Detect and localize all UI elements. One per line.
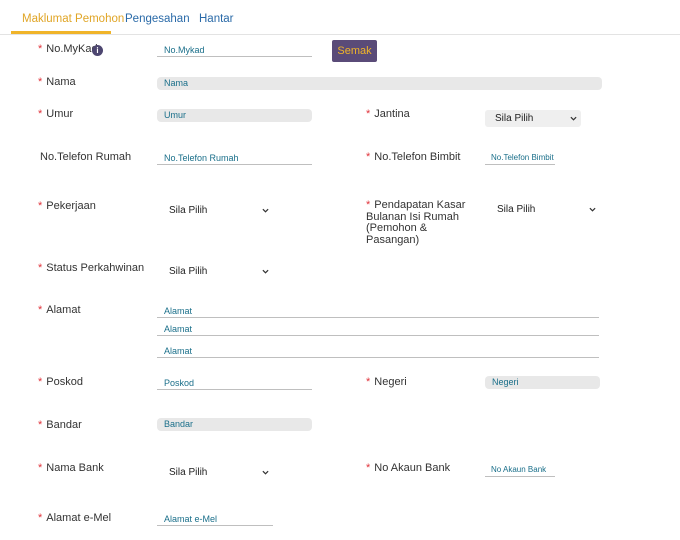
no-akaun-input[interactable]: No Akaun Bank	[485, 463, 555, 477]
no-akaun-label: * No Akaun Bank	[366, 462, 451, 474]
jantina-select[interactable]: Sila Pilih	[485, 110, 581, 127]
tab-bar: Maklumat Pemohon Pengesahan Hantar	[0, 0, 680, 35]
jantina-label: * Jantina	[366, 108, 410, 120]
negeri-input: Negeri	[485, 376, 600, 389]
nama-bank-select[interactable]: Sila Pilih	[157, 464, 273, 481]
pekerjaan-select[interactable]: Sila Pilih	[157, 202, 273, 219]
tel-bimbit-label: * No.Telefon Bimbit	[366, 151, 461, 163]
negeri-label: * Negeri	[366, 376, 407, 388]
bandar-label: * Bandar	[38, 419, 82, 431]
tel-bimbit-input[interactable]: No.Telefon Bimbit	[485, 151, 555, 165]
alamat-line2-input[interactable]: Alamat	[157, 322, 599, 336]
jantina-select-value: Sila Pilih	[495, 113, 534, 124]
chevron-down-icon	[570, 116, 577, 121]
tel-rumah-label: No.Telefon Rumah	[40, 151, 132, 163]
email-input[interactable]: Alamat e-Mel	[157, 512, 273, 526]
status-label: * Status Perkahwinan	[38, 262, 145, 274]
tab-maklumat-pemohon[interactable]: Maklumat Pemohon	[22, 13, 124, 25]
pekerjaan-label: * Pekerjaan	[38, 200, 96, 212]
chevron-down-icon	[262, 470, 269, 475]
chevron-down-icon	[262, 208, 269, 213]
alamat-line1-input[interactable]: Alamat	[157, 304, 599, 318]
email-label: * Alamat e-Mel	[38, 512, 112, 524]
mykad-label: * No.MyKad	[38, 43, 98, 55]
nama-input: Nama	[157, 77, 602, 90]
alamat-line3-input[interactable]: Alamat	[157, 344, 599, 358]
status-select-value: Sila Pilih	[169, 266, 208, 277]
semak-button[interactable]: Semak	[332, 40, 377, 62]
tel-rumah-input[interactable]: No.Telefon Rumah	[157, 151, 312, 165]
nama-bank-label: * Nama Bank	[38, 462, 104, 474]
chevron-down-icon	[589, 207, 596, 212]
poskod-label: * Poskod	[38, 376, 83, 388]
poskod-input[interactable]: Poskod	[157, 376, 312, 390]
alamat-label: * Alamat	[38, 304, 81, 316]
mykad-input[interactable]: No.Mykad	[157, 43, 312, 57]
pendapatan-label: * Pendapatan Kasar Bulanan Isi Rumah (Pem…	[366, 199, 466, 246]
bandar-input: Bandar	[157, 418, 312, 431]
pekerjaan-select-value: Sila Pilih	[169, 205, 208, 216]
info-icon[interactable]: i	[92, 45, 103, 56]
umur-input: Umur	[157, 109, 312, 122]
nama-label: * Nama	[38, 76, 76, 88]
umur-label: * Umur	[38, 108, 74, 120]
tab-pengesahan[interactable]: Pengesahan	[125, 13, 190, 25]
chevron-down-icon	[262, 269, 269, 274]
active-tab-indicator	[11, 31, 111, 34]
pendapatan-select-value: Sila Pilih	[497, 204, 536, 215]
pendapatan-select[interactable]: Sila Pilih	[485, 201, 600, 218]
tab-hantar[interactable]: Hantar	[199, 13, 234, 25]
status-select[interactable]: Sila Pilih	[157, 263, 273, 280]
nama-bank-select-value: Sila Pilih	[169, 467, 208, 478]
